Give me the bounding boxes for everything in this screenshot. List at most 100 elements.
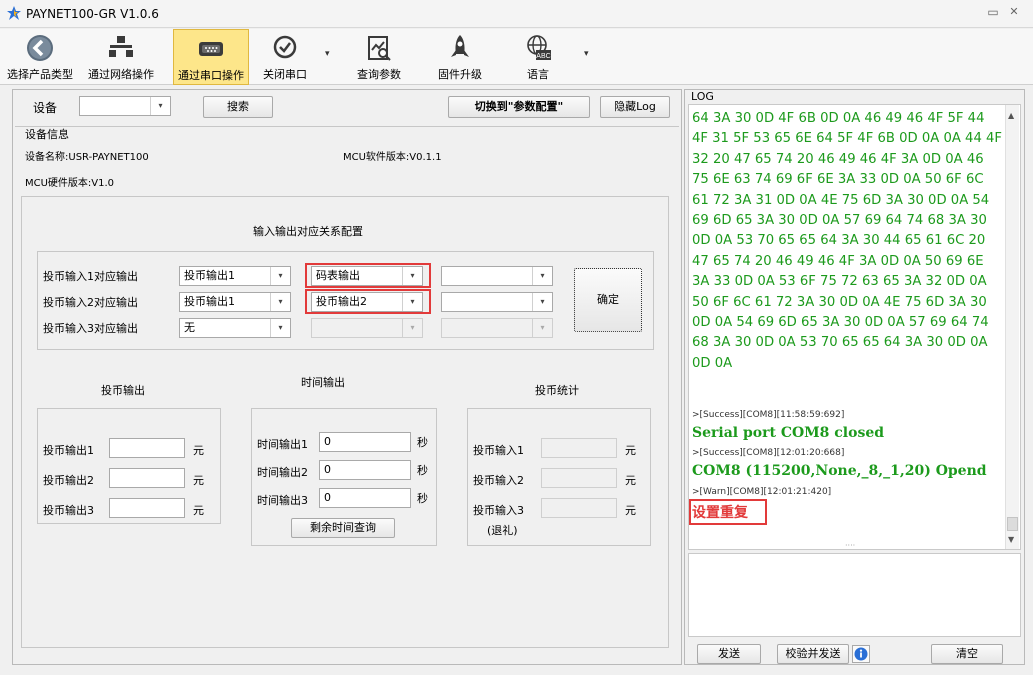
io-row3-select2: ▾ (311, 318, 423, 338)
log-hex-dump: 64 3A 30 0D 4F 6B 0D 0A 46 49 46 4F 5F 4… (692, 109, 1002, 374)
query-chart-icon (368, 36, 391, 61)
log-output[interactable]: 64 3A 30 0D 4F 6B 0D 0A 46 49 46 4F 5F 4… (688, 104, 1021, 550)
time-out-label: 时间输出1 (257, 438, 308, 451)
network-operation-button[interactable]: 通过网络操作 (84, 29, 158, 85)
log-line: 0D 0A (692, 355, 733, 371)
chevron-down-icon: ▾ (532, 293, 552, 311)
io-row-label: 投币输入2对应输出 (43, 296, 138, 309)
svg-text:ABC: ABC (536, 53, 550, 60)
clear-button[interactable]: 清空 (931, 644, 1003, 664)
log-entry-message: Serial port COM8 closed (692, 425, 885, 441)
toolbar: 选择产品类型 通过网络操作 通过串口操作 关闭串口 ▾ 查询参数 固件升级 AB… (0, 29, 1033, 85)
highlight-box (305, 289, 431, 314)
unit-label: 元 (193, 504, 204, 517)
verify-send-button[interactable]: 校验并发送 (777, 644, 849, 664)
toolbar-label: 通过串口操作 (178, 69, 244, 82)
send-button[interactable]: 发送 (697, 644, 761, 664)
log-title: LOG (691, 90, 714, 103)
query-params-button[interactable]: 查询参数 (352, 29, 406, 85)
mcu-hardware-version: MCU硬件版本:V1.0 (25, 178, 115, 189)
log-line: 69 6D 65 3A 30 0D 0A 57 69 64 74 68 3A 3… (692, 213, 987, 229)
log-line: 61 72 3A 31 0D 0A 4E 75 6D 3A 30 0D 0A 5… (692, 192, 990, 208)
unit-label: 秒 (417, 492, 428, 505)
log-scrollbar[interactable]: ▲ ▼ (1005, 105, 1019, 549)
io-row2-select1[interactable]: 投币输出1 ▾ (179, 292, 291, 312)
coin-in-label: 投币输入1 (473, 444, 524, 457)
device-select[interactable]: ▾ (79, 96, 171, 116)
serial-operation-button[interactable]: 通过串口操作 (173, 29, 249, 85)
globe-abc-icon: ABC (527, 35, 551, 60)
chevron-down-icon: ▾ (270, 293, 290, 311)
minimize-button[interactable]: ▭ (985, 5, 1001, 21)
highlight-box (305, 263, 431, 288)
coin-out1-input[interactable] (109, 438, 185, 458)
log-line: 3A 33 0D 0A 53 6F 75 72 63 65 3A 32 0D 0… (692, 274, 987, 290)
search-button[interactable]: 搜索 (203, 96, 273, 118)
confirm-button[interactable]: 确定 (574, 268, 642, 332)
log-entry-meta: >[Warn][COM8][12:01:21:420] (692, 487, 832, 497)
io-row1-select3[interactable]: ▾ (441, 266, 553, 286)
scroll-up-icon[interactable]: ▲ (1008, 111, 1014, 120)
log-panel: LOG 64 3A 30 0D 4F 6B 0D 0A 46 49 46 4F … (684, 89, 1025, 665)
time-out2-input[interactable]: 0 (319, 460, 411, 480)
scroll-thumb[interactable] (1007, 517, 1018, 531)
chevron-down-icon[interactable]: ▾ (325, 49, 330, 59)
io-config-title: 输入输出对应关系配置 (253, 225, 363, 238)
log-line: 50 6F 6C 61 72 3A 30 0D 0A 4E 75 6D 3A 3… (692, 294, 987, 310)
title-bar: PAYNET100-GR V1.0.6 ▭ ✕ (0, 0, 1033, 28)
chevron-down-icon: ▾ (270, 319, 290, 337)
unit-label: 元 (625, 444, 636, 457)
log-line: 47 65 74 20 46 49 46 4F 3A 0D 0A 50 69 6… (692, 253, 984, 269)
chevron-down-icon: ▾ (150, 97, 170, 115)
switch-param-config-button[interactable]: 切换到"参数配置" (448, 96, 590, 118)
scroll-down-icon[interactable]: ▼ (1008, 535, 1014, 544)
remaining-time-query-button[interactable]: 剩余时间查询 (291, 518, 395, 538)
time-output-title: 时间输出 (301, 376, 345, 389)
log-line: 32 20 47 65 74 20 46 49 46 4F 3A 0D 0A 4… (692, 151, 984, 167)
unit-label: 秒 (417, 464, 428, 477)
time-out3-input[interactable]: 0 (319, 488, 411, 508)
send-input[interactable] (688, 553, 1021, 637)
select-value: 投币输出1 (184, 269, 235, 282)
log-line: 0D 0A 54 69 6D 65 3A 30 0D 0A 57 69 64 7… (692, 315, 989, 331)
firmware-upgrade-button[interactable]: 固件升级 (432, 29, 488, 85)
time-out1-input[interactable]: 0 (319, 432, 411, 452)
log-entry-message: COM8 (115200,None,_8,_1,20) Opend (692, 463, 987, 479)
io-row3-select1[interactable]: 无 ▾ (179, 318, 291, 338)
close-serial-button[interactable]: 关闭串口 (256, 29, 314, 85)
io-row1-select1[interactable]: 投币输出1 ▾ (179, 266, 291, 286)
io-row-label: 投币输入1对应输出 (43, 270, 138, 283)
rocket-icon (451, 35, 469, 57)
unit-label: 元 (193, 474, 204, 487)
log-line: 0D 0A 53 70 65 65 64 3A 30 44 65 61 6C 2… (692, 233, 986, 249)
device-info-title: 设备信息 (25, 128, 69, 141)
mcu-software-version: MCU软件版本:V0.1.1 (343, 152, 442, 163)
coin-in-label: 投币输入2 (473, 474, 524, 487)
coin-stats-title: 投币统计 (535, 384, 579, 397)
info-button[interactable] (852, 645, 870, 663)
toolbar-label: 语言 (527, 68, 549, 81)
unit-label: 元 (625, 504, 636, 517)
close-window-button[interactable]: ✕ (1006, 5, 1022, 21)
main-panel: 设备 ▾ 搜索 切换到"参数配置" 隐藏Log 设备信息 设备名称:USR-PA… (12, 89, 682, 665)
coin-out2-input[interactable] (109, 468, 185, 488)
unit-label: 元 (193, 444, 204, 457)
io-row2-select3[interactable]: ▾ (441, 292, 553, 312)
select-product-type-button[interactable]: 选择产品类型 (4, 29, 76, 85)
splitter-handle[interactable]: ···· (845, 541, 855, 550)
chevron-down-icon[interactable]: ▾ (584, 49, 589, 59)
log-entry-meta: >[Success][COM8][11:58:59:692] (692, 410, 845, 420)
toolbar-label: 通过网络操作 (88, 68, 154, 81)
coin-out3-input[interactable] (109, 498, 185, 518)
coin-out-label: 投币输出2 (43, 474, 94, 487)
io-row3-select3: ▾ (441, 318, 553, 338)
language-button[interactable]: ABC 语言 (510, 29, 566, 85)
chevron-down-icon: ▾ (270, 267, 290, 285)
refund-note: (退礼) (487, 524, 518, 537)
hide-log-button[interactable]: 隐藏Log (600, 96, 670, 118)
back-arrow-icon (27, 35, 53, 61)
window-title: PAYNET100-GR V1.0.6 (26, 7, 159, 21)
unit-label: 秒 (417, 436, 428, 449)
device-name: 设备名称:USR-PAYNET100 (25, 152, 149, 163)
log-line: 68 3A 30 0D 0A 53 70 65 65 64 3A 30 0D 0… (692, 335, 988, 351)
